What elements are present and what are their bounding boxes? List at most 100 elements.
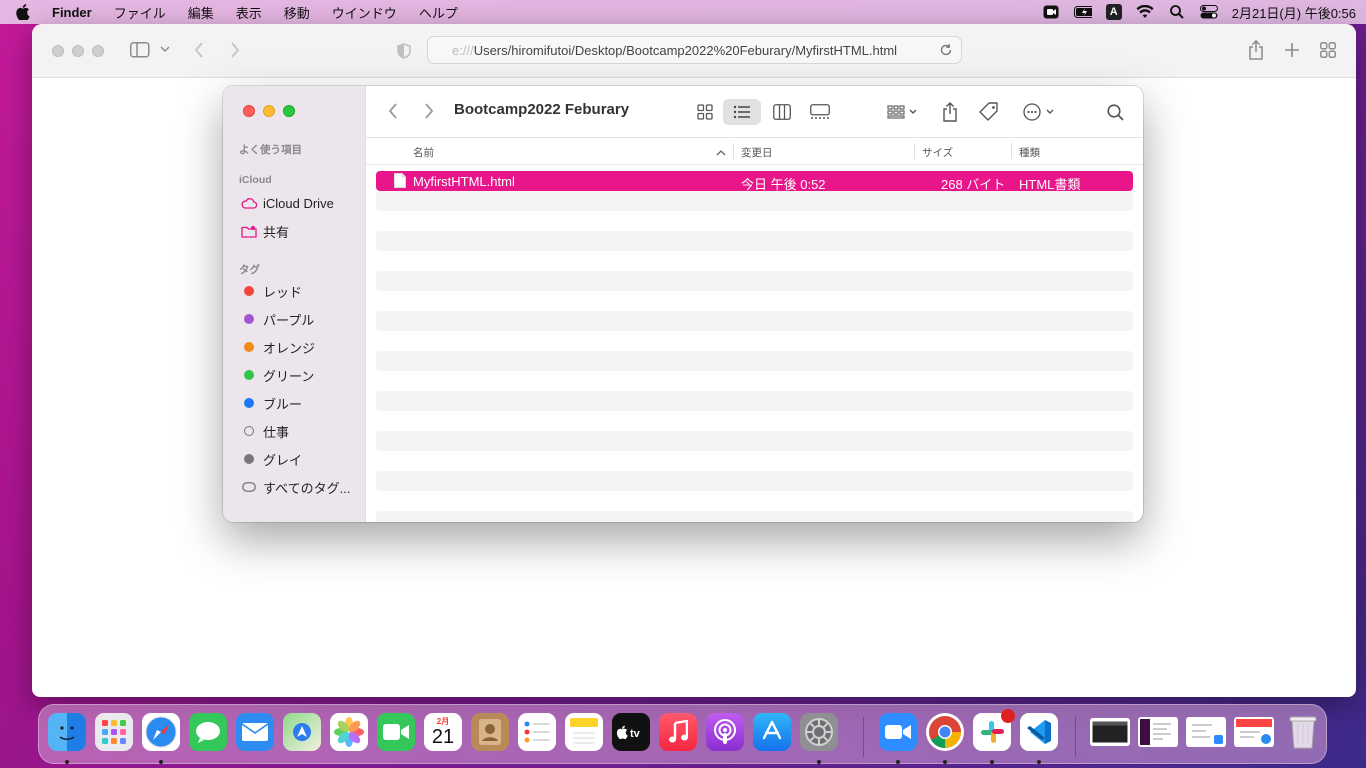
system-preferences-icon[interactable] [800,713,838,751]
facetime-icon[interactable] [377,713,415,751]
close-button[interactable] [52,44,64,57]
menu-view[interactable]: 表示 [236,3,262,22]
share-icon[interactable] [938,99,962,125]
svg-text:tv: tv [630,728,641,739]
tag-dot [244,286,254,296]
tag-dot [244,342,254,352]
tag-icon[interactable] [976,99,1002,125]
sidebar-tag-work[interactable]: 仕事 [241,421,289,441]
trash-icon[interactable] [1287,713,1319,751]
sidebar-tag-red[interactable]: レッド [241,281,302,301]
group-by-icon[interactable] [882,99,922,125]
minimized-window-slack[interactable] [1138,717,1178,747]
menu-file[interactable]: ファイル [114,3,166,22]
minimize-button[interactable] [72,44,84,57]
column-kind[interactable]: 種類 [1019,145,1040,160]
menu-edit[interactable]: 編集 [188,3,214,22]
mail-icon[interactable] [236,713,274,751]
screen-recording-icon[interactable] [1042,4,1060,20]
finder-window-controls [243,105,295,117]
back-button[interactable] [194,42,204,58]
list-view-icon[interactable] [723,99,761,125]
more-actions-icon[interactable] [1018,99,1062,125]
sidebar-tag-blue[interactable]: ブルー [241,393,302,413]
minimized-window-zoom[interactable] [1186,717,1226,747]
zoom-button[interactable] [283,105,295,117]
url-text[interactable]: e:///Users/hiromifutoi/Desktop/Bootcamp2… [452,43,933,58]
column-view-icon[interactable] [767,99,797,125]
minimize-button[interactable] [263,105,275,117]
sidebar-item-icloud-drive[interactable]: iCloud Drive [241,193,334,213]
icon-view-icon[interactable] [690,99,720,125]
calendar-month: 2月 [436,716,450,726]
apple-menu-icon[interactable] [16,3,34,21]
sidebar-header-icloud: iCloud [239,174,272,186]
reminders-icon[interactable] [518,713,556,751]
empty-row [376,331,1133,351]
chrome-icon[interactable] [926,713,964,751]
wifi-icon[interactable] [1136,4,1154,20]
privacy-shield-icon[interactable] [397,43,411,59]
forward-button[interactable] [424,102,434,123]
sidebar-tag-green[interactable]: グリーン [241,365,314,385]
sidebar-item-label: 仕事 [263,424,290,440]
notes-icon[interactable] [565,713,603,751]
empty-row [376,211,1133,231]
spotlight-search-icon[interactable] [1168,4,1186,20]
tab-overview-icon[interactable] [1320,42,1336,58]
control-center-icon[interactable] [1199,4,1218,20]
menubar-clock[interactable]: 2月21日(月) 午後0:56 [1232,3,1356,22]
battery-icon[interactable] [1073,4,1092,20]
sidebar-item-label: 共有 [263,224,290,240]
finder-icon[interactable] [48,713,86,751]
photos-icon[interactable] [330,713,368,751]
safari-icon[interactable] [142,713,180,751]
share-icon[interactable] [1248,40,1264,60]
sort-ascending-icon[interactable] [716,147,726,159]
sidebar-tag-orange[interactable]: オレンジ [241,337,315,357]
launchpad-icon[interactable] [95,713,133,751]
appstore-icon[interactable] [753,713,791,751]
appletv-icon[interactable]: tv [612,713,650,751]
menu-app-name[interactable]: Finder [52,5,92,20]
sidebar-tag-gray[interactable]: グレイ [241,449,302,469]
search-icon[interactable] [1103,99,1127,125]
sidebar-item-shared[interactable]: 共有 [241,221,289,241]
contacts-icon[interactable] [471,713,509,751]
menu-go[interactable]: 移動 [284,3,310,22]
input-mode-indicator[interactable]: A [1105,4,1122,20]
messages-icon[interactable] [189,713,227,751]
column-modified[interactable]: 変更日 [741,145,773,160]
minimized-window-browser[interactable] [1234,717,1274,747]
reload-icon[interactable] [939,43,953,57]
address-bar[interactable]: e:///Users/hiromifutoi/Desktop/Bootcamp2… [427,36,962,64]
sidebar-toggle-icon[interactable] [130,42,150,58]
forward-button[interactable] [230,42,240,58]
sidebar-all-tags[interactable]: すべてのタグ... [241,477,350,497]
chevron-down-icon[interactable] [160,45,170,53]
html-file-icon [394,173,406,188]
back-button[interactable] [388,102,398,123]
column-size[interactable]: サイズ [922,145,953,160]
music-icon[interactable] [659,713,697,751]
menu-bar: Finder ファイル 編集 表示 移動 ウインドウ ヘルプ A 2月21日(月… [0,0,1366,24]
zoom-button[interactable] [92,44,104,57]
sidebar-item-label: オレンジ [263,340,316,356]
slack-icon[interactable] [973,709,1015,751]
maps-icon[interactable] [283,713,321,751]
empty-row [376,451,1133,471]
gallery-view-icon[interactable] [805,99,835,125]
podcasts-icon[interactable] [706,713,744,751]
zoom-icon[interactable] [879,713,917,751]
empty-row [376,231,1133,251]
new-tab-icon[interactable] [1284,42,1300,58]
calendar-icon[interactable]: 2月 21 [424,713,462,751]
menu-window[interactable]: ウインドウ [332,3,397,22]
table-row[interactable]: MyfirstHTML.html 今日 午後 0:52 268 バイト HTML… [376,171,1133,192]
minimized-window-terminal[interactable] [1090,718,1130,746]
close-button[interactable] [243,105,255,117]
sidebar-tag-purple[interactable]: パープル [241,309,314,329]
column-name[interactable]: 名前 [413,145,434,160]
vscode-icon[interactable] [1020,713,1058,751]
menu-help[interactable]: ヘルプ [419,3,458,22]
